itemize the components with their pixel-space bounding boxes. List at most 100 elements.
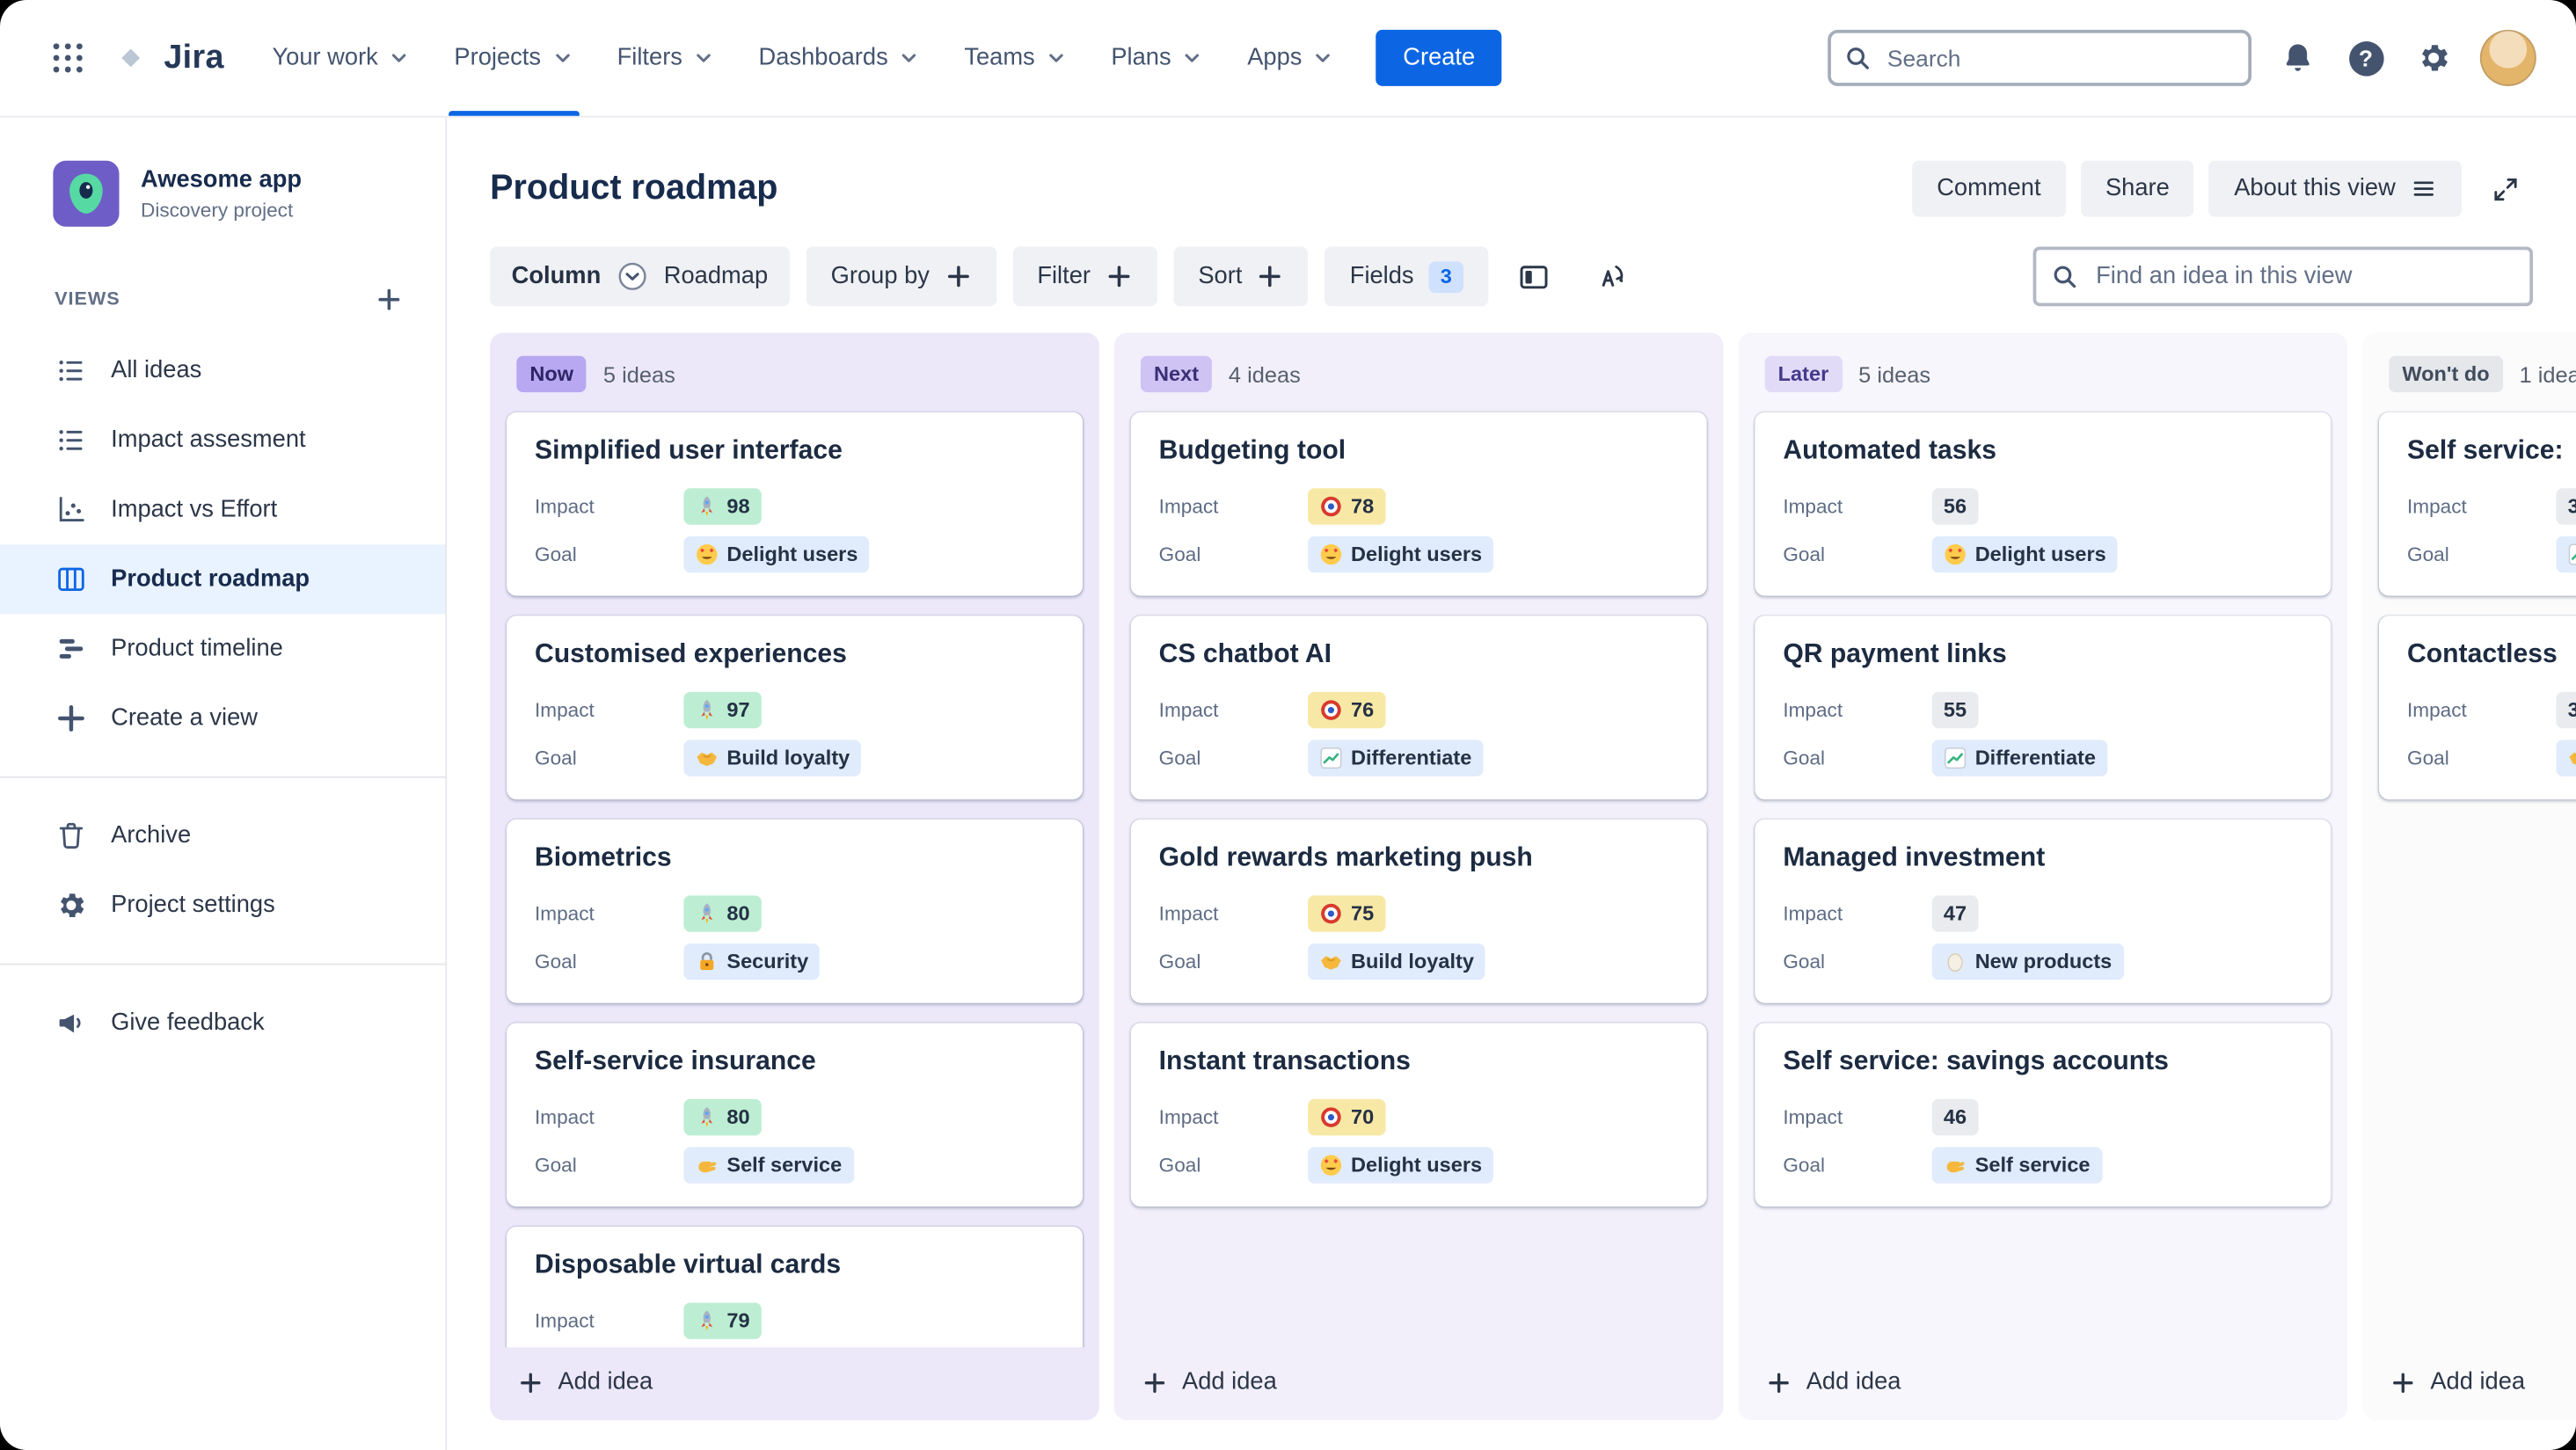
- sidebar-item-project-settings[interactable]: Project settings: [0, 871, 445, 940]
- find-idea-input[interactable]: [2032, 246, 2534, 307]
- nav-plans[interactable]: Plans: [1090, 0, 1226, 116]
- nav-teams[interactable]: Teams: [943, 0, 1090, 116]
- impact-emoji-icon: [696, 1309, 719, 1332]
- comment-button[interactable]: Comment: [1911, 160, 2066, 217]
- idea-card[interactable]: Automated tasks Impact 56 Goal Delight u…: [1755, 412, 2332, 596]
- idea-card[interactable]: Biometrics Impact 80 Goal Security: [507, 819, 1084, 1003]
- page-title: Product roadmap: [490, 169, 778, 208]
- add-idea-button[interactable]: Add idea: [490, 1347, 1099, 1420]
- auto-sort-button[interactable]: [1581, 246, 1641, 306]
- idea-card[interactable]: Self service: Impact 36 Goal: [2378, 412, 2576, 596]
- idea-card[interactable]: Simplified user interface Impact 98 Goal…: [507, 412, 1084, 596]
- idea-card[interactable]: Disposable virtual cards Impact 79: [507, 1226, 1084, 1348]
- idea-card[interactable]: QR payment links Impact 55 Goal Differen…: [1755, 616, 2332, 800]
- idea-card[interactable]: Customised experiences Impact 97 Goal Bu…: [507, 616, 1084, 800]
- idea-card[interactable]: Managed investment Impact 47 Goal New pr…: [1755, 819, 2332, 1003]
- goal-label: Goal: [1158, 543, 1201, 566]
- nav-projects[interactable]: Projects: [433, 0, 595, 116]
- sidebar-item-all-ideas[interactable]: All ideas: [0, 336, 445, 405]
- help-button[interactable]: [2344, 36, 2387, 79]
- sidebar-item-give-feedback[interactable]: Give feedback: [0, 988, 445, 1058]
- plus-icon: [1106, 263, 1132, 289]
- column-cards: Automated tasks Impact 56 Goal Delight u…: [1739, 409, 2348, 1347]
- column-status-badge: Next: [1140, 355, 1213, 393]
- help-icon: [2348, 40, 2383, 76]
- chevron-down-icon: [692, 47, 715, 69]
- idea-title: QR payment links: [1783, 640, 2007, 669]
- impact-badge: 70: [1308, 1098, 1386, 1136]
- group-by-button[interactable]: Group by: [806, 246, 996, 307]
- goal-badge: [2556, 740, 2576, 776]
- share-button[interactable]: Share: [2080, 160, 2195, 217]
- idea-card[interactable]: Self-service insurance Impact 80 Goal Se…: [507, 1023, 1084, 1207]
- sort-button[interactable]: Sort: [1173, 246, 1309, 307]
- expand-view-button[interactable]: [2477, 161, 2533, 217]
- impact-emoji-icon: [1319, 495, 1342, 518]
- global-search: [1828, 29, 2252, 86]
- idea-card[interactable]: Budgeting tool Impact 78 Goal Delight us…: [1130, 412, 1707, 596]
- find-idea-search: [2032, 246, 2534, 307]
- add-idea-button[interactable]: Add idea: [1114, 1347, 1724, 1420]
- impact-badge: 97: [683, 691, 762, 729]
- create-button[interactable]: Create: [1376, 29, 1502, 86]
- impact-badge: 30: [2556, 691, 2576, 729]
- impact-label: Impact: [1158, 1105, 1219, 1129]
- idea-title: Self service:: [2406, 436, 2564, 465]
- idea-title: Instant transactions: [1158, 1047, 1411, 1076]
- sidebar-item-product-roadmap[interactable]: Product roadmap: [0, 544, 446, 615]
- list-icon: [55, 424, 88, 457]
- column-cards: Self service: Impact 36 Goal Contactless…: [2362, 409, 2576, 1347]
- idea-card[interactable]: Self service: savings accounts Impact 46…: [1755, 1023, 2332, 1207]
- notifications-button[interactable]: [2276, 36, 2319, 79]
- impact-label: Impact: [535, 901, 595, 926]
- impact-label: Impact: [535, 1308, 595, 1333]
- board-column-now: Now 5 ideas Simplified user interface Im…: [490, 332, 1099, 1421]
- sidebar-item-create-a-view[interactable]: Create a view: [0, 683, 445, 753]
- column-count: 4 ideas: [1228, 361, 1301, 387]
- idea-title: Customised experiences: [535, 640, 847, 669]
- sidebar-item-impact-vs-effort[interactable]: Impact vs Effort: [0, 475, 445, 544]
- goal-emoji-icon: [696, 950, 719, 973]
- idea-card[interactable]: Instant transactions Impact 70 Goal Deli…: [1130, 1023, 1707, 1207]
- sidebar-item-archive[interactable]: Archive: [0, 801, 445, 871]
- goal-badge: Delight users: [683, 536, 870, 573]
- chevron-down-icon: [551, 47, 573, 69]
- nav-apps[interactable]: Apps: [1226, 0, 1357, 116]
- impact-emoji-icon: [696, 698, 719, 721]
- nav-your-work[interactable]: Your work: [251, 0, 433, 116]
- goal-emoji-icon: [1319, 543, 1342, 565]
- goal-label: Goal: [2406, 543, 2449, 566]
- add-idea-button[interactable]: Add idea: [2362, 1347, 2576, 1420]
- search-icon: [1844, 45, 1871, 71]
- column-cards: Budgeting tool Impact 78 Goal Delight us…: [1114, 409, 1724, 1347]
- settings-button[interactable]: [2412, 36, 2456, 79]
- add-idea-button[interactable]: Add idea: [1739, 1347, 2348, 1420]
- search-icon: [2051, 263, 2077, 289]
- idea-card[interactable]: Gold rewards marketing push Impact 75 Go…: [1130, 819, 1707, 1003]
- column-field-selector[interactable]: Column Roadmap: [490, 246, 790, 307]
- idea-title: Gold rewards marketing push: [1158, 844, 1533, 873]
- gear-icon: [55, 889, 88, 922]
- impact-emoji-icon: [696, 495, 719, 518]
- idea-card[interactable]: CS chatbot AI Impact 76 Goal Differentia…: [1130, 616, 1707, 800]
- goal-badge: Security: [683, 943, 821, 980]
- fields-button[interactable]: Fields 3: [1324, 246, 1489, 307]
- user-avatar[interactable]: [2479, 29, 2536, 86]
- menu-icon: [2411, 176, 2437, 202]
- jira-logo[interactable]: Jira: [109, 36, 224, 79]
- add-view-button[interactable]: [369, 280, 409, 319]
- nav-filters[interactable]: Filters: [595, 0, 737, 116]
- app-switcher-button[interactable]: [40, 30, 96, 86]
- card-layout-button[interactable]: [1505, 246, 1565, 306]
- filter-button[interactable]: Filter: [1012, 246, 1157, 307]
- sidebar-item-product-timeline[interactable]: Product timeline: [0, 614, 445, 683]
- project-avatar-icon: [53, 161, 119, 227]
- idea-card[interactable]: Contactless Impact 30 Goal: [2378, 616, 2576, 800]
- nav-dashboards[interactable]: Dashboards: [737, 0, 943, 116]
- chevron-down-icon: [1312, 47, 1335, 69]
- sidebar-item-impact-assesment[interactable]: Impact assesment: [0, 405, 445, 475]
- global-search-input[interactable]: [1828, 29, 2252, 86]
- chevron-circle-icon: [616, 260, 649, 294]
- jira-app-window: Jira Your work Projects Filters Dashboar…: [0, 0, 2576, 1450]
- about-this-view-button[interactable]: About this view: [2208, 160, 2463, 217]
